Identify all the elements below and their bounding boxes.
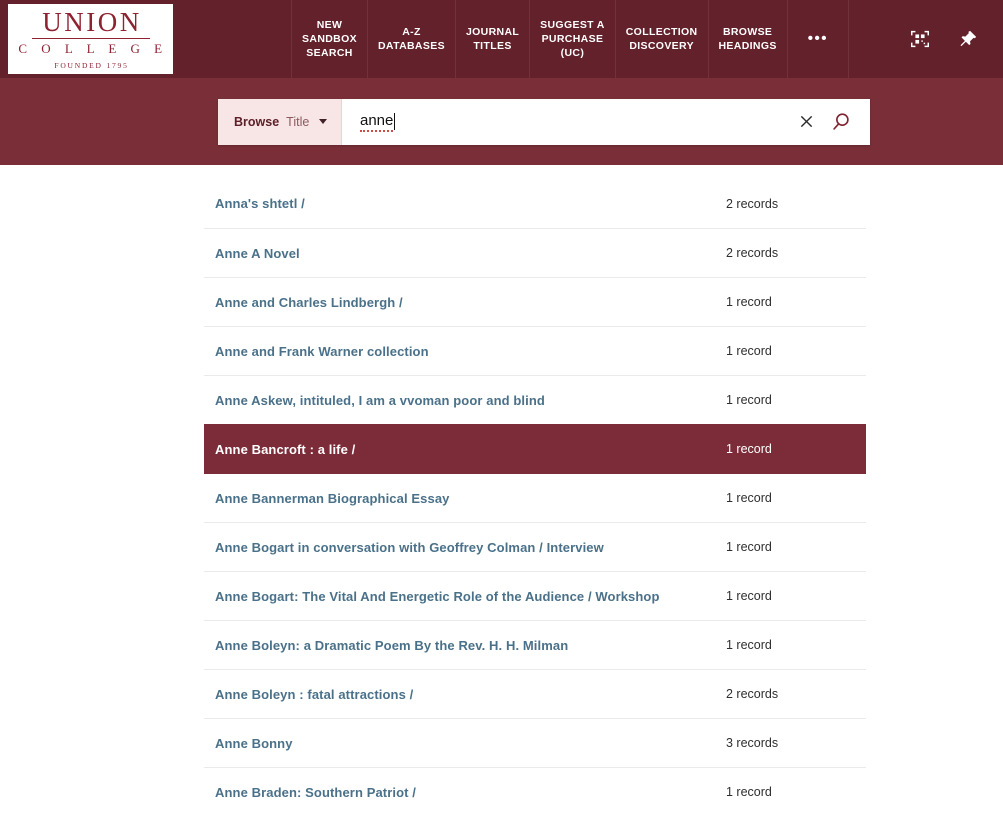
browse-result-record-count: 1 record	[726, 491, 772, 505]
browse-result-title[interactable]: Anne Boleyn : fatal attractions /	[204, 687, 413, 702]
nav-item-more-overflow[interactable]: •••	[786, 0, 849, 78]
browse-result-row[interactable]: Anne Bonny 3 records	[204, 718, 866, 767]
browse-result-record-count: 1 record	[726, 393, 772, 407]
browse-result-record-count: 3 records	[726, 736, 779, 750]
logo-divider-rule	[31, 37, 150, 39]
browse-result-record-count: 1 record	[726, 295, 772, 309]
browse-result-title[interactable]: Anne Bogart in conversation with Geoffre…	[204, 540, 604, 555]
browse-result-row[interactable]: Anne Askew, intituled, I am a vvoman poo…	[204, 375, 866, 424]
logo-subwordmark: C O L L E G E	[18, 40, 168, 56]
browse-result-row[interactable]: Anne Boleyn: a Dramatic Poem By the Rev.…	[204, 620, 866, 669]
browse-result-row[interactable]: Anne Boleyn : fatal attractions / 2 recor…	[204, 669, 866, 718]
browse-result-record-count: 1 record	[726, 785, 772, 799]
browse-result-record-count: 1 record	[726, 442, 772, 456]
nav-item-a-z-databases[interactable]: A-Z DATABASES	[367, 0, 455, 78]
browse-result-row[interactable]: Anne and Frank Warner collection 1 record	[204, 326, 866, 375]
nav-item-suggest-a-purchase[interactable]: SUGGEST A PURCHASE (UC)	[529, 0, 615, 78]
browse-result-title[interactable]: Anne Bogart: The Vital And Energetic Rol…	[204, 589, 660, 604]
browse-result-title[interactable]: Anne and Charles Lindbergh /	[204, 295, 403, 310]
browse-result-row[interactable]: Anne Braden: Southern Patriot / 1 record	[204, 767, 866, 816]
browse-result-record-count: 2 records	[726, 687, 779, 701]
search-scope-prefix: Browse	[234, 114, 280, 129]
browse-result-title[interactable]: Anne Bancroft : a life /	[204, 442, 355, 457]
browse-result-row[interactable]: Anne Bannerman Biographical Essay 1 recor…	[204, 473, 866, 522]
search-submit-icon[interactable]	[830, 111, 852, 133]
nav-right-icons	[849, 0, 1003, 78]
nav-item-journal-titles[interactable]: JOURNAL TITLES	[454, 0, 529, 78]
search-scope-dropdown[interactable]: Browse Title	[218, 98, 342, 145]
search-scope-value: Title	[286, 114, 310, 129]
browse-result-title[interactable]: Anne and Frank Warner collection	[204, 344, 429, 359]
browse-result-record-count: 1 record	[726, 344, 772, 358]
qr-scan-icon[interactable]	[909, 28, 931, 50]
nav-item-collection-discovery[interactable]: COLLECTION DISCOVERY	[614, 0, 708, 78]
browse-result-title[interactable]: Anna's shtetl /	[204, 196, 305, 211]
search-input-value: anne	[360, 112, 394, 132]
browse-result-title[interactable]: Anne Braden: Southern Patriot /	[204, 785, 416, 800]
browse-result-row[interactable]: Anne Bogart in conversation with Geoffre…	[204, 522, 866, 571]
nav-item-browse-headings[interactable]: BROWSE HEADINGS	[707, 0, 787, 78]
browse-result-record-count: 2 records	[726, 246, 779, 260]
browse-results-list: Anna's shtetl / 2 records Anne A Novel 2 re…	[0, 165, 1003, 816]
top-navigation-bar: UNION C O L L E G E FOUNDED 1795 NEW SAN…	[0, 0, 1003, 78]
browse-result-record-count: 1 record	[726, 638, 772, 652]
nav-item-new-sandbox-search[interactable]: NEW SANDBOX SEARCH	[291, 0, 367, 78]
browse-result-row[interactable]: Anna's shtetl / 2 records	[204, 179, 866, 228]
clear-search-icon[interactable]	[799, 114, 814, 129]
search-actions	[799, 99, 870, 145]
browse-result-record-count: 1 record	[726, 540, 772, 554]
union-college-logo[interactable]: UNION C O L L E G E FOUNDED 1795	[8, 4, 173, 74]
browse-result-title[interactable]: Anne Bannerman Biographical Essay	[204, 491, 449, 506]
browse-result-title[interactable]: Anne Bonny	[204, 736, 293, 751]
browse-result-title[interactable]: Anne Askew, intituled, I am a vvoman poo…	[204, 393, 545, 408]
browse-result-row[interactable]: Anne Bancroft : a life / 1 record	[204, 424, 866, 473]
browse-result-title[interactable]: Anne A Novel	[204, 246, 300, 261]
chevron-down-icon	[319, 119, 327, 124]
browse-result-row[interactable]: Anne and Charles Lindbergh / 1 record	[204, 277, 866, 326]
logo-founded-text: FOUNDED 1795	[54, 60, 129, 70]
browse-result-title[interactable]: Anne Boleyn: a Dramatic Poem By the Rev.…	[204, 638, 568, 653]
browse-result-record-count: 1 record	[726, 589, 772, 603]
browse-result-row[interactable]: Anne Bogart: The Vital And Energetic Rol…	[204, 571, 866, 620]
logo-wordmark: UNION	[42, 6, 142, 37]
search-band: Browse Title anne	[0, 78, 1003, 165]
search-input[interactable]: anne	[342, 99, 799, 145]
text-cursor	[394, 113, 396, 130]
browse-result-record-count: 2 records	[726, 196, 779, 211]
pin-icon[interactable]	[957, 28, 979, 50]
nav-items-group: NEW SANDBOX SEARCH A-Z DATABASES JOURNAL…	[291, 0, 849, 78]
browse-result-row[interactable]: Anne A Novel 2 records	[204, 228, 866, 277]
search-bar: Browse Title anne	[218, 98, 870, 145]
